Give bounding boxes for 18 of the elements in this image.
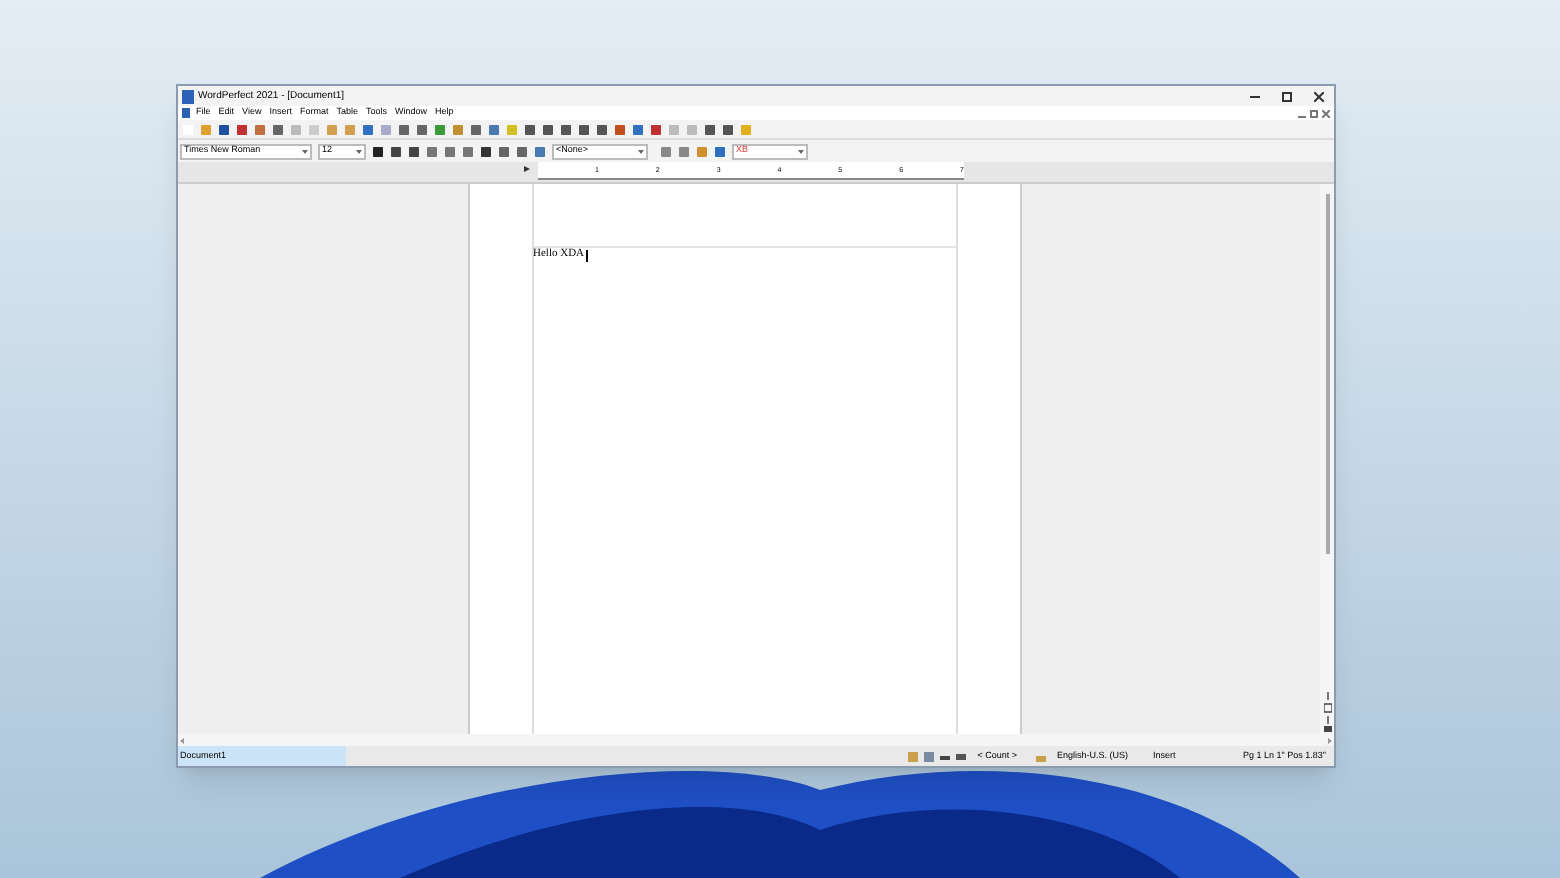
ruler-marker-icon <box>524 166 530 172</box>
scroll-right-icon[interactable] <box>1328 737 1332 743</box>
horizontal-scrollbar[interactable] <box>178 734 1334 746</box>
maximize-icon <box>1281 91 1291 101</box>
close-icon[interactable] <box>1322 109 1330 117</box>
minimize-icon <box>1249 95 1259 97</box>
caret-icon <box>638 149 644 153</box>
scroll-left-icon[interactable] <box>180 737 184 743</box>
caret-icon <box>356 149 362 153</box>
app-icon <box>182 89 194 103</box>
caret-icon <box>798 149 804 153</box>
close-icon <box>1313 91 1323 101</box>
scrollbar-thumb[interactable] <box>1325 194 1329 554</box>
text-cursor <box>586 250 589 262</box>
caret-icon <box>302 149 308 153</box>
vertical-scrollbar[interactable] <box>1320 184 1334 734</box>
restore-icon[interactable] <box>1310 109 1318 117</box>
page-navigation-icon[interactable] <box>1323 692 1331 732</box>
